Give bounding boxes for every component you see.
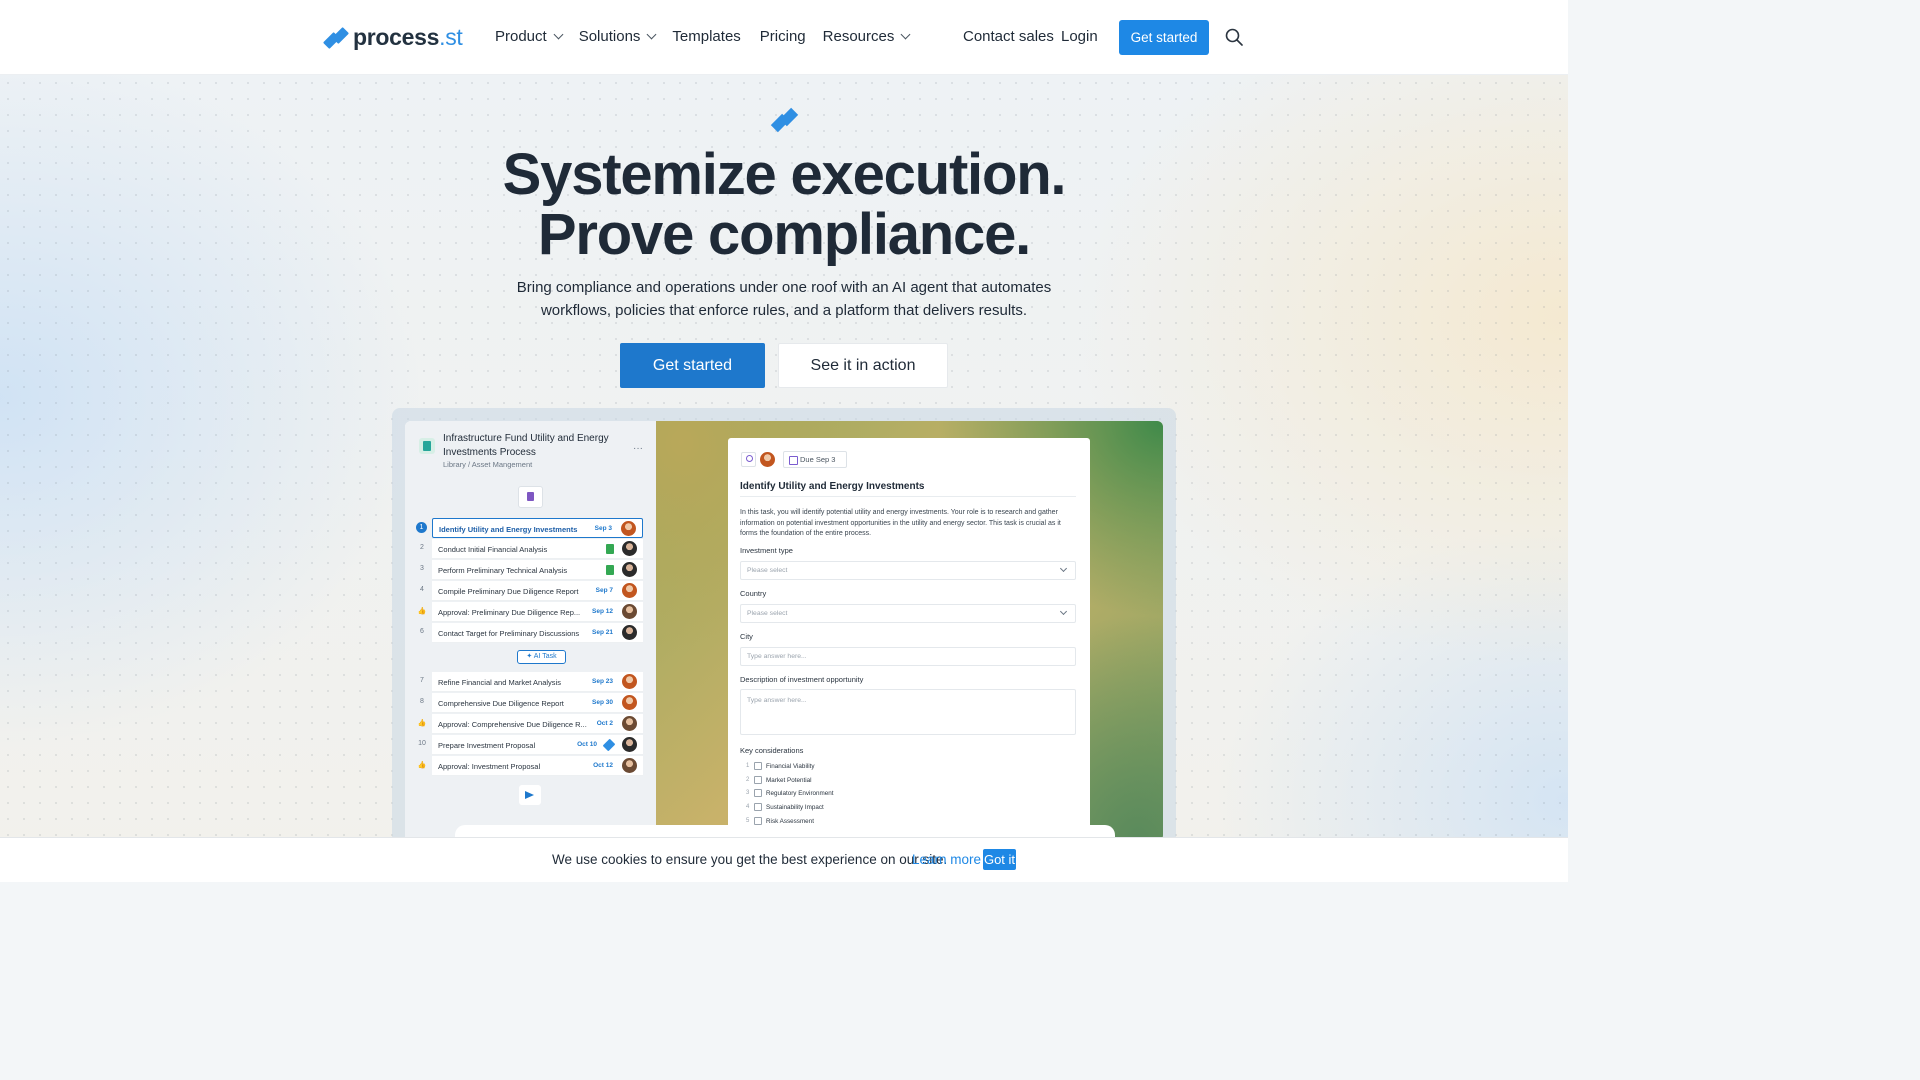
process-title: Infrastructure Fund Utility and Energy I… [443,433,609,458]
avatar [622,758,637,773]
task-detail-card: Due Sep 3 Identify Utility and Energy In… [728,438,1090,838]
checkbox[interactable] [754,775,762,784]
app-preview: Infrastructure Fund Utility and Energy I… [405,421,1163,841]
chevron-down-icon [1059,564,1068,573]
logo-mark-icon [323,26,349,50]
avatar [622,583,637,598]
end-flow-icon [519,785,541,805]
avatar [622,737,637,752]
task-list: 1 Identify Utility and Energy Investment… [416,517,644,776]
task-item[interactable]: 8 Comprehensive Due Diligence Report Sep … [416,692,644,713]
country-select[interactable]: Please select [740,604,1076,623]
chevron-down-icon [553,29,564,40]
sheet-icon [606,544,614,554]
header-get-started-button[interactable]: Get started [1119,20,1209,55]
approval-icon: 👍 [417,608,427,615]
process-st-icon [602,738,616,752]
field-label-investment-type: Investment type [740,546,793,555]
task-item[interactable]: 👍 Approval: Investment Proposal Oct 12 [416,755,644,776]
task-item[interactable]: 4 Compile Preliminary Due Diligence Repo… [416,580,644,601]
nav-resources[interactable]: Resources [823,28,911,45]
description-textarea[interactable]: Type answer here... [740,689,1076,735]
field-label-country: Country [740,589,767,598]
considerations-checklist: 1 Financial Viability 2 Market Potential 3… [740,760,940,828]
task-description: In this task, you will identify potentia… [740,509,1061,537]
field-label-key-considerations: Key considerations [740,746,804,755]
due-date-badge[interactable]: Due Sep 3 [783,451,848,468]
field-label-city: City [740,632,753,641]
contact-sales-link[interactable]: Contact sales [963,28,1054,45]
approval-icon: 👍 [417,762,427,769]
avatar [622,541,637,556]
learn-more-link[interactable]: Learn more [912,852,981,867]
sheet-icon [606,565,614,575]
document-icon [518,486,543,508]
chevron-down-icon [646,29,657,40]
checklist-item[interactable]: 1 Financial Viability [740,760,940,774]
avatar [621,521,636,536]
task-item[interactable]: 👍 Approval: Preliminary Due Diligence Re… [416,601,644,622]
chevron-down-icon [900,29,911,40]
logo[interactable]: process.st [323,24,463,51]
checkbox[interactable] [754,762,762,770]
task-item[interactable]: 1 Identify Utility and Energy Investment… [416,517,644,538]
ai-task-badge[interactable]: ✦ AI Task [517,650,566,664]
site-header: process.st Product Solutions Templates P… [0,0,1568,75]
city-input[interactable]: Type answer here... [740,647,1076,666]
breadcrumb: Library / Asset Mangement [443,460,533,469]
chevron-down-icon [1059,607,1068,616]
process-icon [419,438,435,454]
divider [740,496,1076,497]
cookie-text: We use cookies to ensure you get the bes… [552,852,948,867]
nav-templates[interactable]: Templates [672,28,740,45]
checkbox[interactable] [754,789,762,798]
workflow-sidebar: Infrastructure Fund Utility and Energy I… [405,421,656,841]
nav-pricing[interactable]: Pricing [760,28,806,45]
checkbox[interactable] [754,816,762,825]
avatar [760,452,775,467]
task-item[interactable]: 6 Contact Target for Preliminary Discuss… [416,622,644,643]
avatar [622,625,637,640]
got-it-button[interactable]: Got it [983,849,1016,870]
avatar [622,716,637,731]
checklist-item[interactable]: 4 Sustainability Impact [740,801,940,815]
hero-get-started-button[interactable]: Get started [620,343,765,388]
avatar [622,604,637,619]
task-item[interactable]: 7 Refine Financial and Market Analysis Se… [416,671,644,692]
more-options-icon[interactable]: ··· [633,443,643,454]
avatar [622,695,637,710]
see-it-in-action-button[interactable]: See it in action [778,343,948,388]
investment-type-select[interactable]: Please select [740,561,1076,580]
cookie-banner: We use cookies to ensure you get the bes… [0,837,1568,882]
login-link[interactable]: Login [1061,28,1098,45]
main-nav: Product Solutions Templates Pricing Reso… [495,28,926,45]
avatar [622,562,637,577]
task-item[interactable]: 10 Prepare Investment Proposal Oct 10 [416,734,644,755]
avatar [622,674,637,689]
search-icon[interactable] [1225,28,1243,46]
task-item[interactable]: 2 Conduct Initial Financial Analysis [416,538,644,559]
field-label-description: Description of investment opportunity [740,675,864,684]
task-item[interactable]: 3 Perform Preliminary Technical Analysis [416,559,644,580]
nav-product[interactable]: Product [495,28,564,45]
nav-solutions[interactable]: Solutions [579,28,657,45]
logo-text: process.st [353,24,463,50]
checkbox[interactable] [754,803,762,812]
checklist-item[interactable]: 2 Market Potential [740,774,940,788]
assign-user-icon[interactable] [741,452,756,467]
approval-icon: 👍 [417,720,427,727]
task-title: Identify Utility and Energy Investments [740,481,925,492]
hero-logo-mark-icon [770,107,799,134]
checklist-item[interactable]: 3 Regulatory Environment [740,787,940,801]
hero-headline: Systemize execution. Prove compliance. [502,142,1067,267]
task-item[interactable]: 👍 Approval: Comprehensive Due Diligence … [416,713,644,734]
hero-subhead: Bring compliance and operations under on… [516,279,1052,319]
